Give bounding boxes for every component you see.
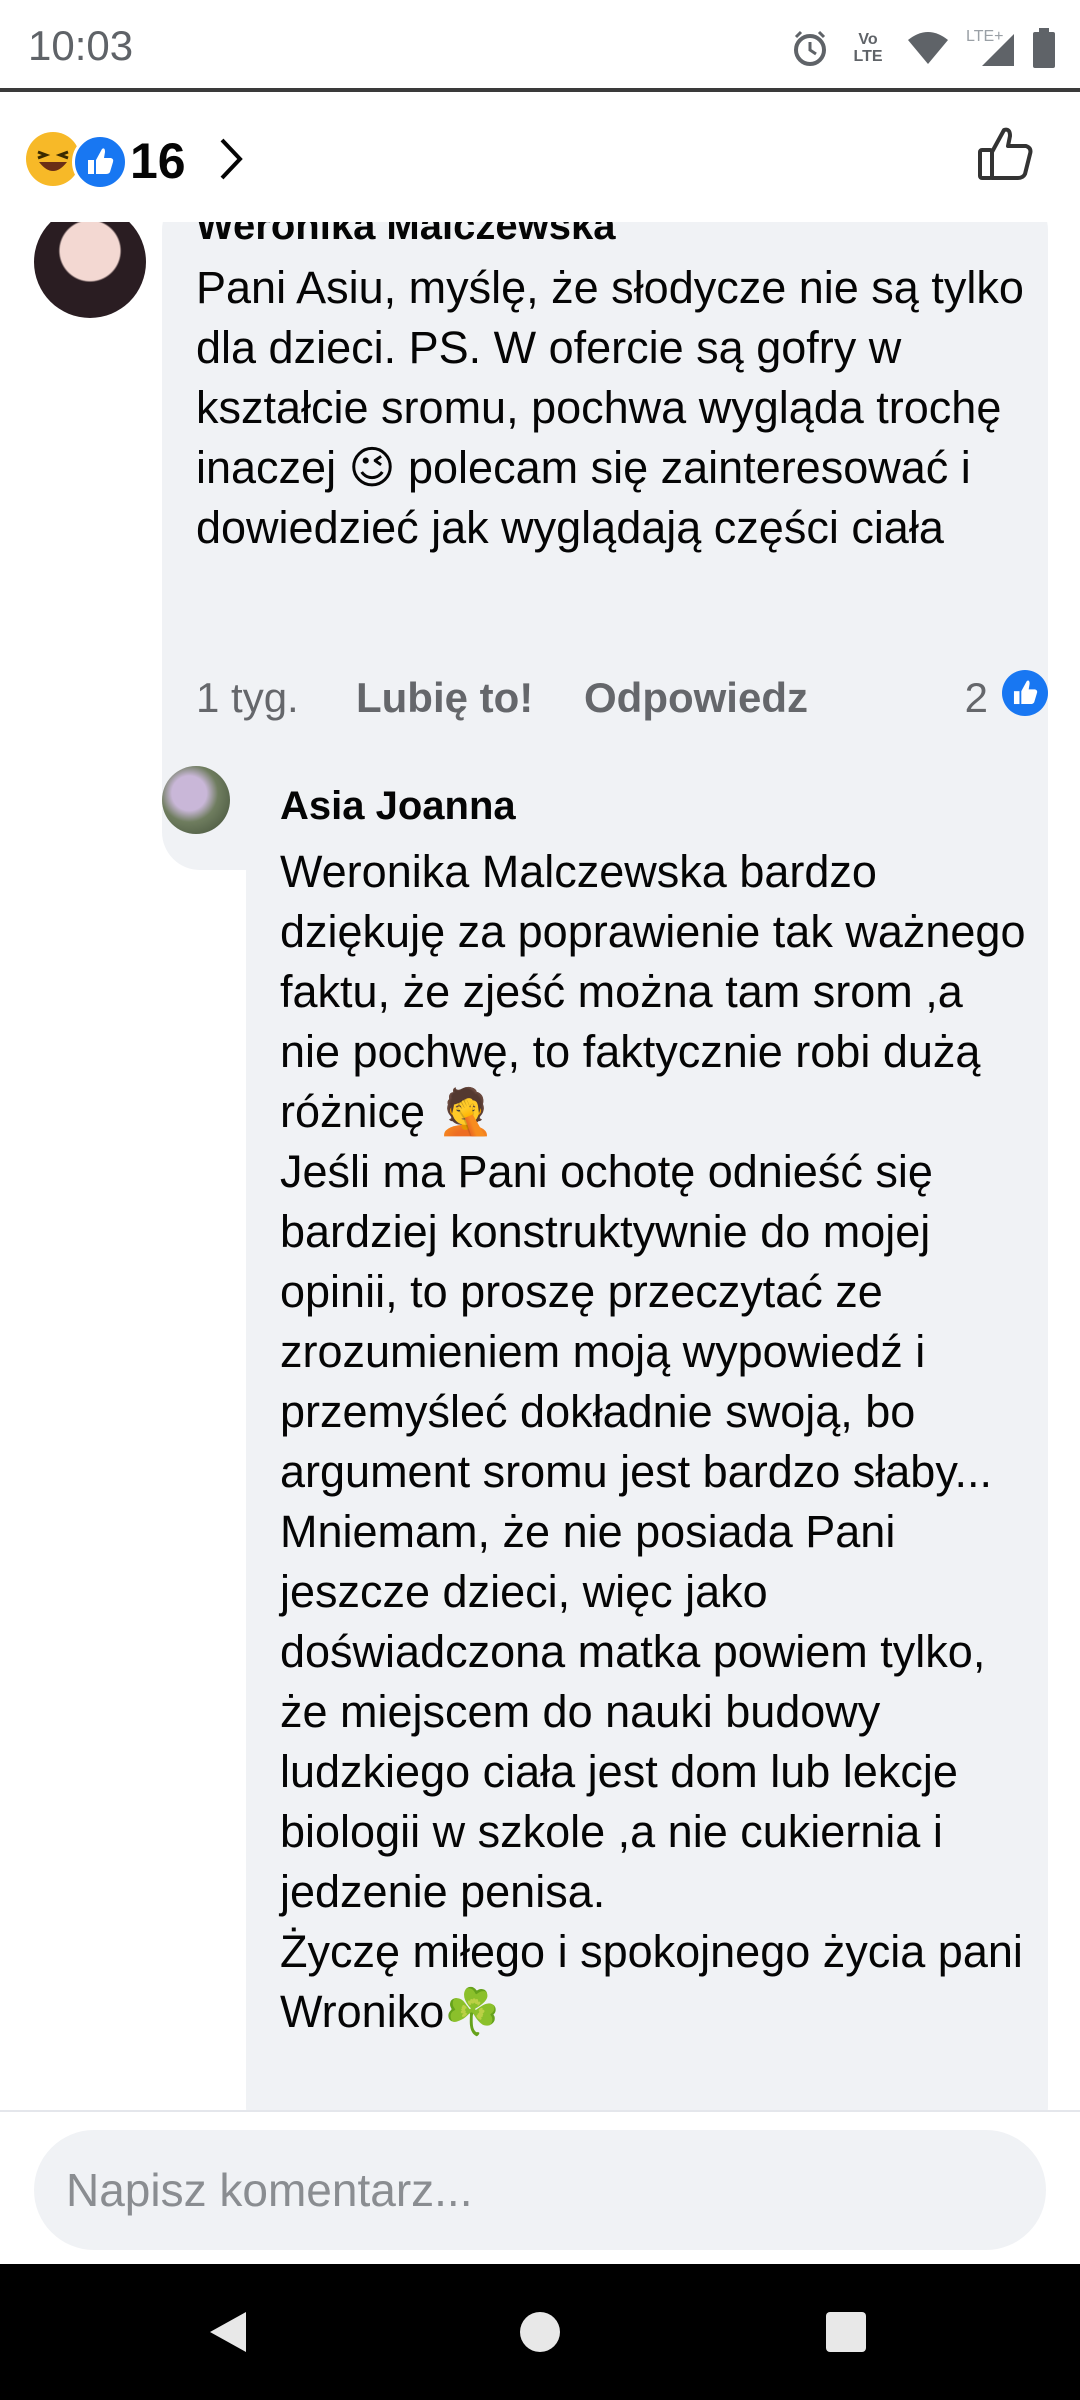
volte-label: Vo LTE: [853, 31, 883, 65]
reaction-count[interactable]: 16: [130, 132, 186, 190]
home-icon[interactable]: [520, 2312, 560, 2352]
comment-composer: [0, 2110, 1080, 2266]
avatar[interactable]: [162, 766, 230, 834]
wifi-icon: [908, 32, 948, 64]
like-reaction-icon[interactable]: [1002, 670, 1048, 716]
comment-author[interactable]: Asia Joanna: [280, 784, 516, 829]
recents-icon[interactable]: [826, 2312, 866, 2352]
comment-time[interactable]: 1 tyg.: [196, 674, 299, 722]
status-icons: Vo LTE LTE+: [790, 26, 1056, 70]
alarm-icon: [794, 30, 826, 66]
lte-icon: LTE+: [966, 28, 1016, 68]
reactions-header: 16: [0, 96, 1080, 222]
signal-icon: [982, 34, 1014, 66]
back-icon[interactable]: [206, 2310, 250, 2354]
comment-author[interactable]: Weronika Malczewska: [196, 222, 615, 249]
sheet-top-edge: [0, 88, 1080, 92]
battery-icon: [1033, 28, 1055, 68]
comment-text: Weronika Malczewska bardzo dziękuję za p…: [280, 846, 1026, 2037]
comment-list: Weronika Malczewska Pani Asiu, myślę, że…: [0, 222, 1080, 2110]
like-comment-button[interactable]: Lubię to!: [356, 674, 533, 722]
system-nav-bar: [0, 2264, 1080, 2400]
volte-icon: Vo LTE: [846, 31, 890, 65]
comment-input[interactable]: [34, 2130, 1046, 2250]
like-reaction-icon: [72, 134, 128, 190]
status-bar: 10:03 Vo LTE LTE+: [0, 0, 1080, 92]
comment-actions: 1 tyg. Lubię to! Odpowiedz 2: [196, 670, 1048, 730]
like-button[interactable]: [976, 124, 1036, 184]
comment-text: Pani Asiu, myślę, że słodycze nie są tyl…: [196, 262, 1037, 553]
avatar[interactable]: [34, 222, 146, 318]
reactions-summary[interactable]: [26, 132, 128, 190]
chevron-right-icon[interactable]: [216, 134, 246, 184]
reply-button[interactable]: Odpowiedz: [584, 674, 808, 722]
comment-reaction-count[interactable]: 2: [965, 674, 988, 722]
status-time: 10:03: [28, 22, 134, 69]
